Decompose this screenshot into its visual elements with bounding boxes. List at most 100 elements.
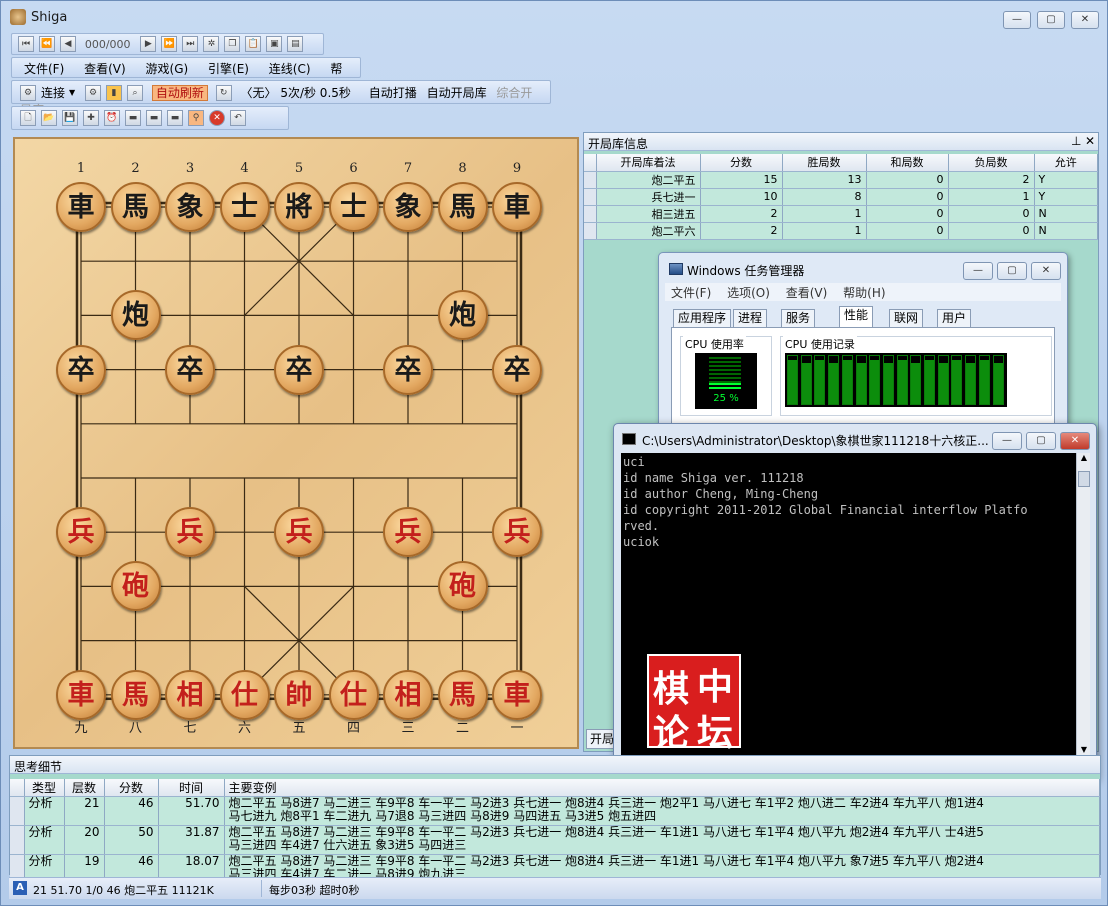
tab-users[interactable]: 用户 bbox=[937, 309, 972, 328]
tm-maximize-button[interactable]: ▢ bbox=[997, 262, 1027, 280]
menu-game[interactable]: 游戏(G) bbox=[146, 62, 189, 76]
piece-black[interactable]: 卒 bbox=[492, 344, 542, 395]
tab-performance[interactable]: 性能 bbox=[839, 306, 874, 328]
piece-red[interactable]: 車 bbox=[492, 669, 542, 720]
book-row[interactable]: 炮二平五 15 13 0 2 Y bbox=[584, 171, 1098, 189]
piece-red[interactable]: 車 bbox=[56, 669, 106, 720]
auto-play-button[interactable]: 自动打播 bbox=[369, 86, 417, 100]
tm-menu-help[interactable]: 帮助(H) bbox=[843, 286, 885, 300]
piece-red[interactable]: 兵 bbox=[56, 507, 106, 558]
new-file-icon[interactable]: 🗋 bbox=[20, 110, 36, 126]
console-maximize-button[interactable]: ▢ bbox=[1026, 432, 1056, 450]
tm-minimize-button[interactable]: — bbox=[963, 262, 993, 280]
book-row[interactable]: 相三进五 2 1 0 0 N bbox=[584, 205, 1098, 223]
tab-processes[interactable]: 进程 bbox=[733, 309, 768, 328]
disconnect-icon[interactable]: ⚙ bbox=[85, 84, 101, 101]
menu-engine[interactable]: 引擎(E) bbox=[208, 62, 249, 76]
piece-black[interactable]: 士 bbox=[328, 182, 379, 232]
close-button[interactable]: ✕ bbox=[1071, 11, 1099, 29]
undo-icon[interactable]: ↶ bbox=[230, 110, 246, 126]
piece-red[interactable]: 相 bbox=[383, 669, 433, 720]
piece-black[interactable]: 炮 bbox=[110, 290, 161, 341]
piece-black[interactable]: 卒 bbox=[165, 344, 215, 395]
piece-red[interactable]: 兵 bbox=[165, 507, 215, 558]
menu-view[interactable]: 查看(V) bbox=[84, 62, 126, 76]
col-type[interactable]: 类型 bbox=[24, 779, 65, 797]
maximize-button[interactable]: ▢ bbox=[1037, 11, 1065, 29]
col-depth[interactable]: 层数 bbox=[64, 779, 105, 797]
chess-board[interactable]: 123456789九八七六五四三二一車馬象士將士象馬車炮炮卒卒卒卒卒兵兵兵兵兵砲… bbox=[13, 137, 579, 749]
piece-red[interactable]: 相 bbox=[165, 669, 215, 720]
minimize-button[interactable]: — bbox=[1003, 11, 1031, 29]
clock-icon[interactable]: ⏰ bbox=[104, 110, 120, 126]
console-vscrollbar[interactable]: ▲ ▼ bbox=[1076, 453, 1090, 761]
piece-black[interactable]: 象 bbox=[383, 182, 433, 232]
col-pv[interactable]: 主要变例 bbox=[224, 779, 1100, 797]
tab-applications[interactable]: 应用程序 bbox=[673, 309, 732, 328]
col-losses[interactable]: 负局数 bbox=[948, 154, 1035, 172]
tm-menu-file[interactable]: 文件(F) bbox=[671, 286, 711, 300]
panel2-icon[interactable]: ▬ bbox=[146, 110, 162, 126]
auto-refresh-button[interactable]: 自动刷新 bbox=[151, 85, 208, 101]
piece-black[interactable]: 士 bbox=[219, 182, 270, 232]
piece-black[interactable]: 將 bbox=[274, 182, 324, 232]
monitor-icon[interactable]: ▮ bbox=[106, 84, 122, 101]
prev-move-icon[interactable]: ◀ bbox=[60, 36, 76, 52]
console-minimize-button[interactable]: — bbox=[992, 432, 1022, 450]
piece-red[interactable]: 兵 bbox=[383, 507, 433, 558]
piece-black[interactable]: 卒 bbox=[274, 344, 324, 395]
piece-red[interactable]: 砲 bbox=[437, 561, 488, 612]
open-file-icon[interactable]: 📂 bbox=[41, 110, 57, 126]
image-icon[interactable]: ▣ bbox=[266, 36, 283, 52]
console-close-button[interactable]: ✕ bbox=[1060, 432, 1090, 450]
analysis-row[interactable]: 分析 20 50 31.87 炮二平五 马8进7 马二进三 车9平8 车一平二 马2进3… bbox=[10, 825, 1100, 855]
panel1-icon[interactable]: ▬ bbox=[125, 110, 141, 126]
piece-black[interactable]: 象 bbox=[165, 182, 215, 232]
menu-file[interactable]: 文件(F) bbox=[24, 62, 64, 76]
piece-black[interactable]: 馬 bbox=[437, 182, 488, 232]
piece-red[interactable]: 仕 bbox=[328, 669, 379, 720]
prev-fast-icon[interactable]: ⏪ bbox=[39, 36, 55, 52]
col-an-score[interactable]: 分数 bbox=[104, 779, 159, 797]
book-bottom-tab[interactable]: 开局 bbox=[586, 729, 616, 749]
piece-red[interactable]: 砲 bbox=[110, 561, 161, 612]
col-draws[interactable]: 和局数 bbox=[866, 154, 949, 172]
piece-black[interactable]: 卒 bbox=[383, 344, 433, 395]
last-move-icon[interactable]: ⏭ bbox=[182, 36, 199, 52]
console-vscroll-thumb[interactable] bbox=[1078, 471, 1090, 487]
book-row[interactable]: 兵七进一 10 8 0 1 Y bbox=[584, 188, 1098, 206]
col-allow[interactable]: 允许 bbox=[1034, 154, 1098, 172]
save-position-icon[interactable]: ▤ bbox=[287, 36, 304, 52]
piece-red[interactable]: 仕 bbox=[219, 669, 270, 720]
save-icon[interactable]: 💾 bbox=[62, 110, 78, 126]
pin-icon[interactable]: ⊥ bbox=[1071, 134, 1081, 148]
auto-book-button[interactable]: 自动开局库 bbox=[427, 86, 487, 100]
next-fast-icon[interactable]: ⏩ bbox=[161, 36, 178, 52]
piece-red[interactable]: 兵 bbox=[274, 507, 324, 558]
connect-button[interactable]: 连接 bbox=[41, 86, 65, 100]
book-row[interactable]: 炮二平六 2 1 0 0 N bbox=[584, 222, 1098, 240]
tm-menu-options[interactable]: 选项(O) bbox=[727, 286, 770, 300]
close-pane-icon[interactable]: ✕ bbox=[1085, 134, 1095, 148]
piece-black[interactable]: 卒 bbox=[56, 344, 106, 395]
stop-icon[interactable]: ✕ bbox=[209, 110, 225, 126]
chevron-down-icon[interactable]: ▼ bbox=[69, 88, 75, 97]
zoom-icon[interactable]: ⚲ bbox=[188, 110, 204, 126]
col-score[interactable]: 分数 bbox=[700, 154, 783, 172]
piece-black[interactable]: 炮 bbox=[437, 290, 488, 341]
flip-board-icon[interactable]: ✲ bbox=[203, 36, 220, 52]
copy-icon[interactable]: ❐ bbox=[224, 36, 241, 52]
piece-red[interactable]: 馬 bbox=[437, 669, 488, 720]
piece-red[interactable]: 帥 bbox=[274, 669, 324, 720]
menu-connect[interactable]: 连线(C) bbox=[269, 62, 311, 76]
refresh-icon[interactable]: ↻ bbox=[215, 84, 232, 101]
paste-icon[interactable]: 📋 bbox=[245, 36, 262, 52]
piece-red[interactable]: 兵 bbox=[492, 507, 542, 558]
first-move-icon[interactable]: ⏮ bbox=[18, 36, 34, 52]
tab-networking[interactable]: 联网 bbox=[889, 309, 924, 328]
piece-black[interactable]: 車 bbox=[56, 182, 106, 232]
next-move-icon[interactable]: ▶ bbox=[140, 36, 157, 52]
panel3-icon[interactable]: ▬ bbox=[167, 110, 183, 126]
connect-icon[interactable]: ⚙ bbox=[20, 84, 36, 101]
search-icon[interactable]: ⌕ bbox=[127, 84, 143, 101]
